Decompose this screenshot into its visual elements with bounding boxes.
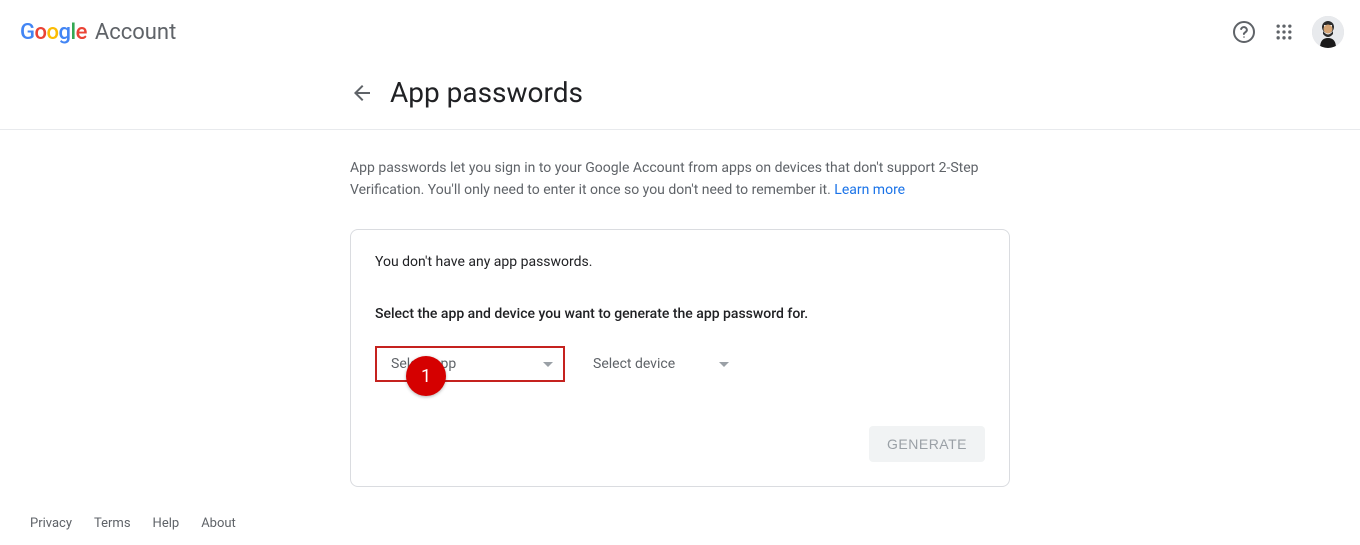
avatar[interactable] xyxy=(1312,16,1344,48)
back-arrow-icon[interactable] xyxy=(350,81,374,105)
select-prompt-text: Select the app and device you want to ge… xyxy=(375,306,985,322)
account-label: Account xyxy=(95,20,176,45)
topbar: Google Account xyxy=(0,0,1360,64)
app-passwords-card: You don't have any app passwords. Select… xyxy=(350,229,1010,487)
select-device-label: Select device xyxy=(593,356,675,372)
generate-button[interactable]: GENERATE xyxy=(869,426,985,462)
select-device-dropdown[interactable]: Select device xyxy=(579,348,739,380)
generate-row: GENERATE xyxy=(375,426,985,462)
learn-more-link[interactable]: Learn more xyxy=(834,182,905,198)
google-account-logo[interactable]: Google Account xyxy=(20,20,176,45)
select-app-dropdown[interactable]: Select app xyxy=(375,346,565,382)
callout-badge-1: 1 xyxy=(406,356,446,396)
footer: Privacy Terms Help About xyxy=(30,516,236,531)
footer-help-link[interactable]: Help xyxy=(153,516,180,531)
chevron-down-icon xyxy=(543,362,553,367)
footer-privacy-link[interactable]: Privacy xyxy=(30,516,72,531)
content: App passwords let you sign in to your Go… xyxy=(350,130,1010,487)
topbar-actions xyxy=(1232,16,1344,48)
selects-row: Select app Select device xyxy=(375,346,985,382)
description-text: App passwords let you sign in to your Go… xyxy=(350,158,1010,201)
footer-terms-link[interactable]: Terms xyxy=(94,516,131,531)
no-passwords-text: You don't have any app passwords. xyxy=(375,254,985,270)
chevron-down-icon xyxy=(719,362,729,367)
title-row: App passwords xyxy=(0,64,1360,129)
footer-about-link[interactable]: About xyxy=(201,516,236,531)
help-icon[interactable] xyxy=(1232,20,1256,44)
google-logo: Google xyxy=(20,20,87,45)
apps-grid-icon[interactable] xyxy=(1272,20,1296,44)
page-title: App passwords xyxy=(390,76,583,109)
